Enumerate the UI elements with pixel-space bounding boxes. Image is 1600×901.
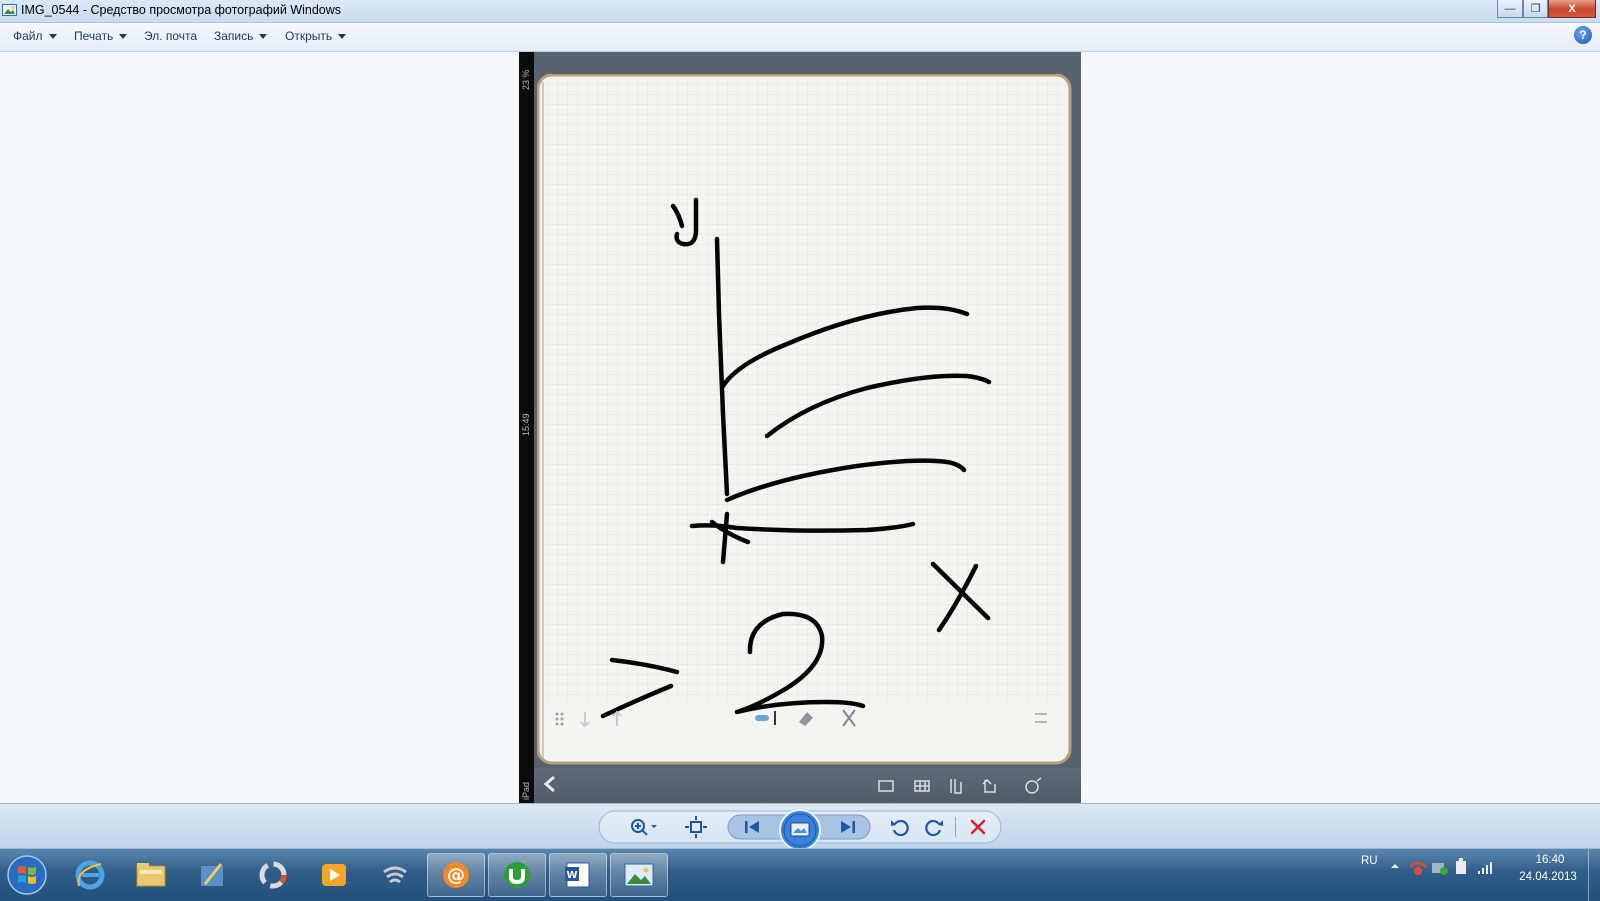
taskbar-app-6[interactable] [366,853,424,897]
signal-strength-icon [1478,862,1492,874]
menu-file-label: Файл [13,29,43,43]
slideshow-button[interactable] [779,809,821,851]
menu-burn-label: Запись [214,29,254,43]
photo-viewer-icon [624,863,654,887]
chevron-down-icon [259,33,268,39]
control-divider [955,817,956,837]
svg-text:@: @ [447,865,465,886]
rotate-left-icon[interactable] [888,815,912,839]
window-title: IMG_0544 - Средство просмотра фотографий… [21,3,342,17]
ring-app-icon [259,861,287,889]
taskbar-explorer[interactable] [122,853,180,897]
settings-ring-icon [1025,780,1039,794]
mail-at-icon: @ [443,862,469,888]
previous-button-icon[interactable] [740,815,764,839]
word-icon: W [565,862,590,888]
rotate-right-icon[interactable] [922,815,946,839]
wireless-app-icon [383,866,407,884]
network-check-icon [1432,863,1448,875]
taskbar-utorrent[interactable] [488,853,546,897]
viewer-control-bar [0,803,1600,851]
ipad-app-bottom-bar [534,768,1081,803]
back-arrow-icon [543,775,555,793]
start-button[interactable] [4,851,50,899]
chevron-down-icon [119,33,128,39]
menu-email[interactable]: Эл. почта [144,29,197,43]
pages-icon [950,779,962,794]
show-hidden-icons-icon[interactable] [1390,861,1400,871]
actual-size-icon[interactable] [684,815,708,839]
title-bar: IMG_0544 - Средство просмотра фотографий… [0,0,1600,23]
next-button-icon[interactable] [836,815,860,839]
taskbar-word[interactable]: W [549,853,607,897]
slideshow-icon [790,822,810,837]
taskbar-media-player[interactable] [305,853,363,897]
zoom-icon[interactable] [626,815,660,839]
folder-icon [136,863,166,887]
svg-text:W: W [566,870,577,881]
close-button[interactable]: X [1548,0,1596,18]
help-button[interactable]: ? [1574,26,1592,44]
menu-bar: Файл Печать Эл. почта Запись Открыть [0,23,1600,52]
delete-icon[interactable] [966,815,990,839]
menu-print[interactable]: Печать [74,29,128,43]
menu-burn[interactable]: Запись [214,29,268,43]
clock-date[interactable]: 24.04.2013 [1512,871,1584,883]
grid-view-icon [914,780,930,792]
input-language[interactable]: RU [1361,855,1378,867]
taskbar-internet-explorer[interactable] [61,853,119,897]
notes-list-icon [878,780,894,792]
menu-open-label: Открыть [285,29,333,43]
photo-viewer-app-icon [2,4,17,16]
ipad-device-name: iPad [521,781,531,800]
system-tray-icons [1409,858,1492,875]
chevron-down-icon [48,33,57,39]
ipad-app-toolbar-icons [878,777,1042,794]
minimize-button[interactable]: — [1497,0,1523,18]
ipad-status-bar: 23 % 15:49 iPad [519,52,534,803]
menu-file[interactable]: Файл [13,29,57,43]
internet-explorer-icon [75,860,105,890]
clock-time[interactable]: 16:40 [1520,854,1580,866]
share-icon [982,778,996,793]
menu-print-label: Печать [74,29,114,43]
paint-tool-icon [201,863,223,886]
windows-taskbar: @ W RU 16:40 24.04.2013 [0,848,1600,901]
antivirus-icon [1409,861,1427,875]
notebook-page [537,74,1072,765]
ipad-clock: 15:49 [521,413,531,436]
utorrent-icon [504,862,530,888]
taskbar-mail-agent[interactable]: @ [427,853,485,897]
taskbar-photo-viewer[interactable] [610,853,668,897]
removable-device-icon [1456,858,1466,874]
pen-tool-icon [755,715,769,721]
menu-open[interactable]: Открыть [285,29,347,43]
restore-button[interactable]: ❐ [1523,0,1548,18]
battery-level: 23 % [521,69,531,90]
chevron-down-icon [338,33,347,39]
taskbar-app-4[interactable] [244,853,302,897]
show-desktop-button[interactable] [1588,849,1600,901]
taskbar-app-3[interactable] [183,853,241,897]
media-player-icon [322,864,346,886]
displayed-photo: 23 % 15:49 iPad [519,52,1081,803]
menu-email-label: Эл. почта [144,29,198,43]
